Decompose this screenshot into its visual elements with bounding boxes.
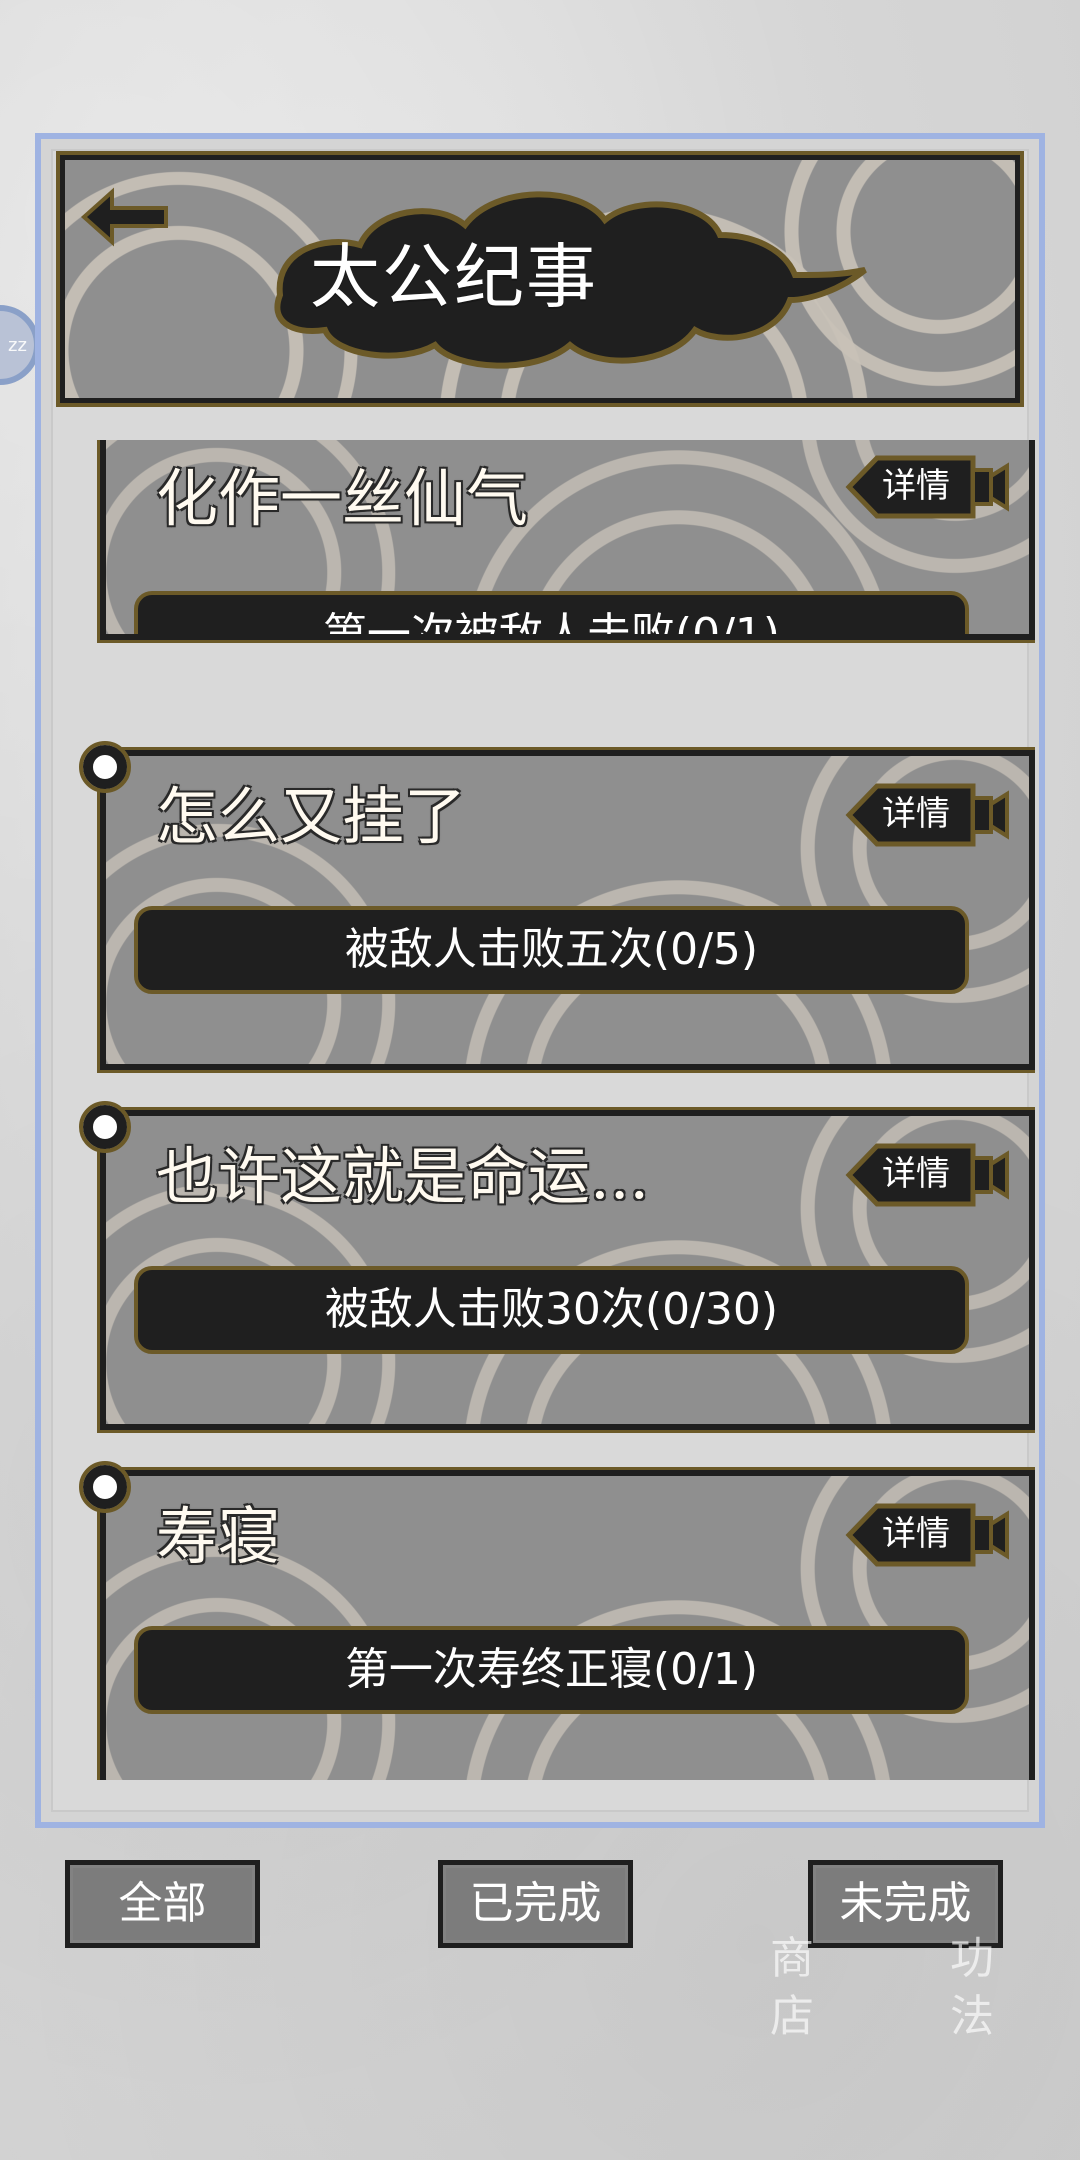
card-pin-icon	[79, 1101, 131, 1153]
side-badge-text: zz	[8, 335, 27, 356]
progress-bar: 第一次寿终正寝(0/1)	[134, 1626, 969, 1714]
back-arrow-icon[interactable]	[78, 182, 173, 252]
progress-text: 第一次寿终正寝(0/1)	[344, 1644, 759, 1695]
progress-bar: 被敌人击败五次(0/5)	[134, 906, 969, 994]
detail-button[interactable]: 详情	[841, 1134, 1011, 1216]
achievement-title: 寿寝	[156, 1500, 281, 1573]
achievement-card: 化作一丝仙气 详情 第一次被敌人击败(0/1)	[97, 440, 1035, 643]
detail-label: 详情	[882, 794, 950, 834]
page-title: 太公纪事	[310, 236, 598, 318]
side-menu-handle[interactable]: zz	[0, 305, 40, 385]
achievement-card: 怎么又挂了 详情 被敌人击败五次(0/5)	[97, 747, 1035, 1073]
achievement-title: 怎么又挂了	[156, 780, 467, 853]
progress-text: 被敌人击败五次(0/5)	[344, 924, 759, 975]
progress-bar: 第一次被敌人击败(0/1)	[134, 591, 969, 640]
shop-label-line2: 店	[770, 1991, 814, 2042]
detail-button[interactable]: 详情	[841, 446, 1011, 528]
achievement-card: 也许这就是命运... 详情 被敌人击败30次(0/30)	[97, 1107, 1035, 1433]
achievement-card: 寿寝 详情 第一次寿终正寝(0/1)	[97, 1467, 1035, 1780]
detail-label: 详情	[882, 466, 950, 506]
bottom-ghost-icons: 商 店 功 法	[660, 1870, 1010, 2090]
progress-bar: 被敌人击败30次(0/30)	[134, 1266, 969, 1354]
skill-label-line2: 法	[950, 1991, 994, 2042]
achievement-list[interactable]: 化作一丝仙气 详情 第一次被敌人击败(0/1) 怎么又挂了 详情 被敌人击败五次	[45, 440, 1035, 1780]
skill-label-line1: 功	[950, 1933, 994, 1984]
progress-text: 第一次被敌人击败(0/1)	[322, 609, 781, 640]
shop-label-line1: 商	[770, 1933, 814, 1984]
shop-icon[interactable]: 商 店	[660, 1870, 830, 2090]
progress-text: 被敌人击败30次(0/30)	[324, 1284, 779, 1335]
card-pin-icon	[79, 1461, 131, 1513]
skill-icon[interactable]: 功 法	[840, 1870, 1010, 2090]
detail-button[interactable]: 详情	[841, 1494, 1011, 1576]
achievement-title: 也许这就是命运...	[156, 1140, 650, 1213]
detail-label: 详情	[882, 1154, 950, 1194]
detail-button[interactable]: 详情	[841, 774, 1011, 856]
filter-all-button[interactable]: 全部	[65, 1860, 260, 1948]
achievement-title: 化作一丝仙气	[156, 462, 529, 535]
detail-label: 详情	[882, 1514, 950, 1554]
filter-completed-button[interactable]: 已完成	[438, 1860, 633, 1948]
card-pin-icon	[79, 741, 131, 793]
